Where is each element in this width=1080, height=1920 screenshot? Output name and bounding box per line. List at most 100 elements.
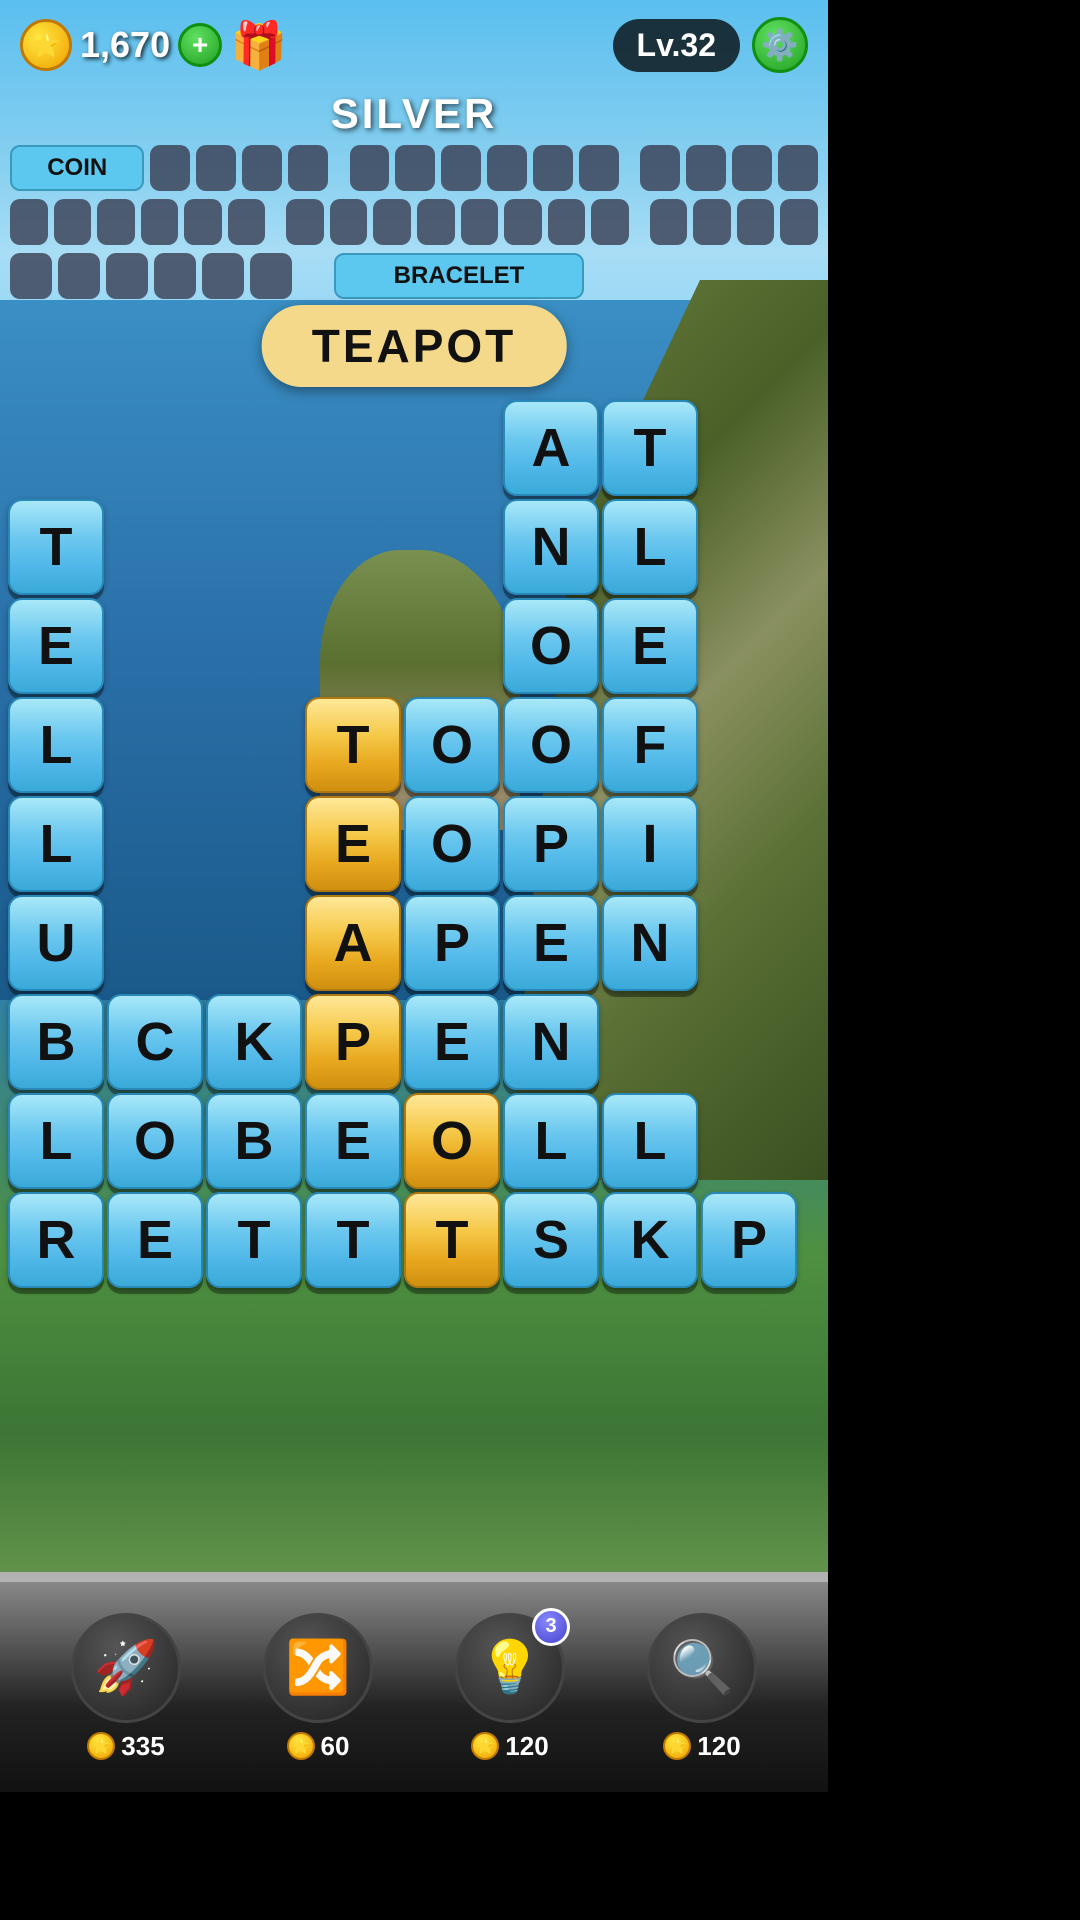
word-slot xyxy=(141,199,179,245)
letter-tile-T-0-6[interactable]: T xyxy=(602,400,698,496)
tool-hint[interactable]: 💡3 ⭐120 xyxy=(455,1613,565,1762)
letter-tile-B-7-2[interactable]: B xyxy=(206,1093,302,1189)
word-slot xyxy=(441,145,481,191)
word-slot xyxy=(487,145,527,191)
word-slot-bracelet: BRACELET xyxy=(334,253,584,299)
letter-tile-I-4-6[interactable]: I xyxy=(602,796,698,892)
letter-tile-T-1-0[interactable]: T xyxy=(8,499,104,595)
letter-tile-P-4-5[interactable]: P xyxy=(503,796,599,892)
letter-tile-T-3-3[interactable]: T xyxy=(305,697,401,793)
letter-tile-C-6-1[interactable]: C xyxy=(107,994,203,1090)
letter-tile-K-6-2[interactable]: K xyxy=(206,994,302,1090)
settings-button[interactable]: ⚙️ xyxy=(752,17,808,73)
letter-tile-E-6-4[interactable]: E xyxy=(404,994,500,1090)
word-slot xyxy=(778,145,818,191)
letter-tile-empty xyxy=(107,697,203,793)
letter-tile-E-7-3[interactable]: E xyxy=(305,1093,401,1189)
word-slot xyxy=(202,253,244,299)
word-slot xyxy=(154,253,196,299)
letter-tile-U-5-0[interactable]: U xyxy=(8,895,104,991)
letter-tile-P-6-3[interactable]: P xyxy=(305,994,401,1090)
letter-tile-empty xyxy=(206,499,302,595)
letter-tile-empty xyxy=(701,796,797,892)
letter-tile-empty xyxy=(701,499,797,595)
letter-tile-N-1-5[interactable]: N xyxy=(503,499,599,595)
word-slot xyxy=(54,199,92,245)
letter-tile-T-8-4[interactable]: T xyxy=(404,1192,500,1288)
letter-tile-L-7-5[interactable]: L xyxy=(503,1093,599,1189)
word-slot xyxy=(58,253,100,299)
letter-tile-E-2-6[interactable]: E xyxy=(602,598,698,694)
letter-tile-E-8-1[interactable]: E xyxy=(107,1192,203,1288)
word-row-1: COIN xyxy=(10,145,818,191)
letter-tile-B-6-0[interactable]: B xyxy=(8,994,104,1090)
letter-tile-empty xyxy=(107,796,203,892)
coin-icon: ⭐ xyxy=(20,19,72,71)
word-slot xyxy=(732,145,772,191)
tool-hint-badge: 3 xyxy=(532,1608,570,1646)
letter-tile-E-2-0[interactable]: E xyxy=(8,598,104,694)
letter-tile-L-4-0[interactable]: L xyxy=(8,796,104,892)
word-slot xyxy=(650,199,688,245)
word-slot xyxy=(196,145,236,191)
letter-tile-O-4-4[interactable]: O xyxy=(404,796,500,892)
tool-hint-icon: 💡3 xyxy=(455,1613,565,1723)
tool-shuffle-cost: ⭐60 xyxy=(287,1731,350,1762)
word-slot xyxy=(10,253,52,299)
add-coins-button[interactable]: + xyxy=(178,23,222,67)
tool-shuffle[interactable]: 🔀⭐60 xyxy=(263,1613,373,1762)
gift-icon[interactable]: 🎁 xyxy=(230,18,287,73)
word-slot xyxy=(686,145,726,191)
letter-tile-L-7-0[interactable]: L xyxy=(8,1093,104,1189)
word-slot xyxy=(780,199,818,245)
word-slot xyxy=(504,199,542,245)
letter-tile-L-7-6[interactable]: L xyxy=(602,1093,698,1189)
letter-grid: ATTNLEOELTOOFLEOPIUAPENBCKPENLOBEOLLRETT… xyxy=(8,400,793,1284)
letter-tile-P-8-7[interactable]: P xyxy=(701,1192,797,1288)
letter-tile-K-8-6[interactable]: K xyxy=(602,1192,698,1288)
letter-tile-A-0-5[interactable]: A xyxy=(503,400,599,496)
letter-tile-O-7-4[interactable]: O xyxy=(404,1093,500,1189)
word-slot xyxy=(106,253,148,299)
letter-tile-F-3-6[interactable]: F xyxy=(602,697,698,793)
tool-magnifier-cost: ⭐120 xyxy=(663,1731,740,1762)
letter-tile-N-6-5[interactable]: N xyxy=(503,994,599,1090)
word-slot xyxy=(242,145,282,191)
letter-tile-L-1-6[interactable]: L xyxy=(602,499,698,595)
word-slot xyxy=(10,199,48,245)
tool-rocket-cost: ⭐335 xyxy=(87,1731,164,1762)
tool-rocket[interactable]: 🚀⭐335 xyxy=(71,1613,181,1762)
letter-tile-T-8-2[interactable]: T xyxy=(206,1192,302,1288)
letter-tile-E-5-5[interactable]: E xyxy=(503,895,599,991)
word-slot xyxy=(97,199,135,245)
word-slot xyxy=(737,199,775,245)
letter-tile-empty xyxy=(701,1093,797,1189)
tool-hint-cost: ⭐120 xyxy=(471,1731,548,1762)
letter-tile-O-3-5[interactable]: O xyxy=(503,697,599,793)
tool-magnifier[interactable]: 🔍⭐120 xyxy=(647,1613,757,1762)
letter-tile-O-7-1[interactable]: O xyxy=(107,1093,203,1189)
letter-tile-empty xyxy=(107,598,203,694)
letter-tile-L-3-0[interactable]: L xyxy=(8,697,104,793)
word-slots-area: COIN xyxy=(10,145,818,307)
letter-tile-N-5-6[interactable]: N xyxy=(602,895,698,991)
letter-tile-R-8-0[interactable]: R xyxy=(8,1192,104,1288)
letter-tile-empty xyxy=(8,400,104,496)
letter-tile-empty xyxy=(206,400,302,496)
page-title: SILVER xyxy=(0,90,828,138)
letter-tile-A-5-3[interactable]: A xyxy=(305,895,401,991)
letter-tile-empty xyxy=(701,598,797,694)
letter-tile-E-4-3[interactable]: E xyxy=(305,796,401,892)
word-slot xyxy=(640,145,680,191)
letter-tile-P-5-4[interactable]: P xyxy=(404,895,500,991)
letter-tile-empty xyxy=(206,895,302,991)
letter-tile-T-8-3[interactable]: T xyxy=(305,1192,401,1288)
word-slot xyxy=(548,199,586,245)
letter-tile-O-3-4[interactable]: O xyxy=(404,697,500,793)
letter-tile-O-2-5[interactable]: O xyxy=(503,598,599,694)
letter-tile-empty xyxy=(701,895,797,991)
tool-shuffle-cost-text: 60 xyxy=(321,1731,350,1762)
letter-tile-empty xyxy=(206,598,302,694)
top-bar: ⭐ 1,670 + 🎁 Lv.32 ⚙️ xyxy=(0,0,828,90)
letter-tile-S-8-5[interactable]: S xyxy=(503,1192,599,1288)
